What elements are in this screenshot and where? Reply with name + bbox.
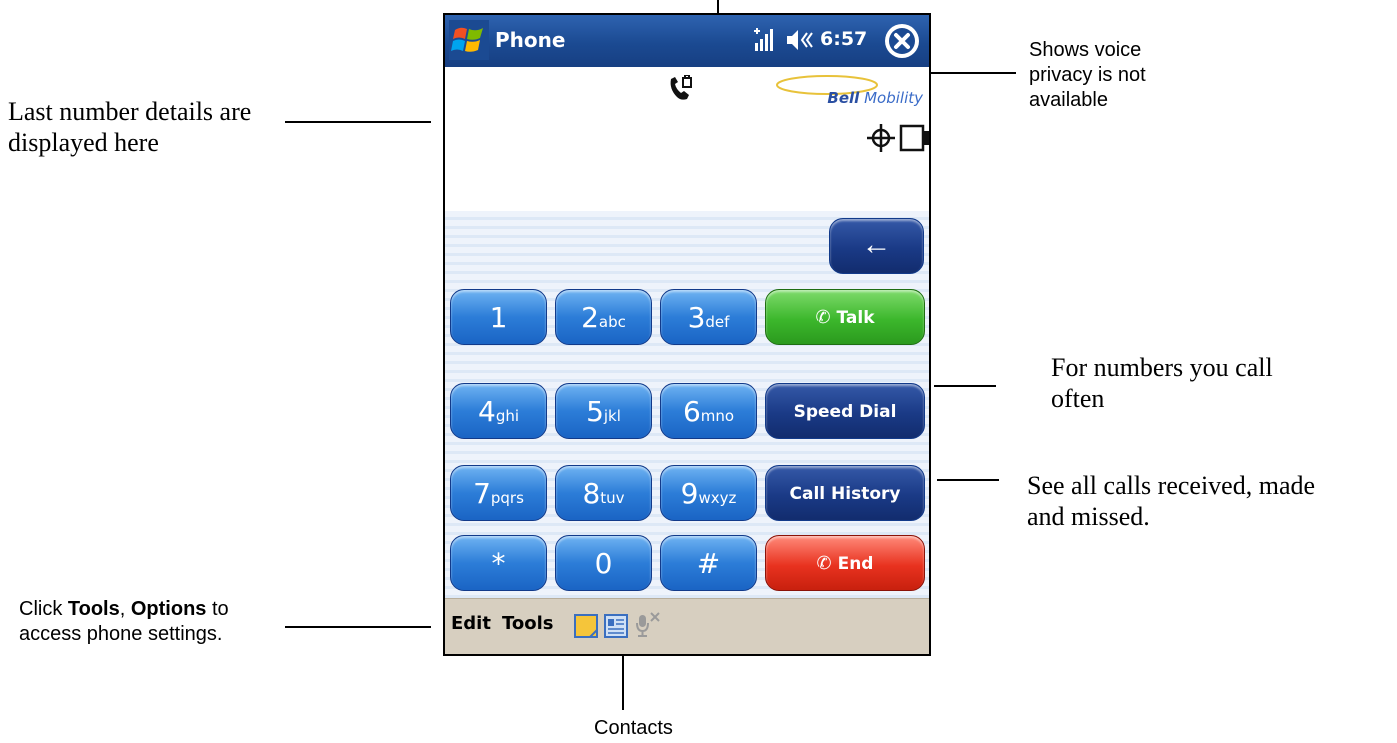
phone-screen: Phone 6:57 Bell Mobility ← 1 2abc 3def ✆… (443, 13, 931, 656)
key-3-letters: def (705, 313, 730, 331)
last-number-text-2: displayed here (8, 128, 159, 157)
history-annotation: See all calls received, made and missed. (1027, 470, 1315, 532)
windows-start-icon[interactable] (449, 20, 489, 60)
history-text-1: See all calls received, made (1027, 471, 1316, 500)
tools-text-bold-tools: Tools (67, 598, 120, 620)
call-history-button[interactable]: Call History (765, 465, 925, 521)
signal-icon[interactable] (751, 25, 777, 55)
contacts-icon[interactable] (604, 614, 628, 638)
key-0[interactable]: 0 (555, 535, 652, 591)
privacy-pointer-line (925, 72, 1016, 74)
key-hash-num: # (696, 547, 721, 580)
phone-hangup-icon: ✆ (816, 553, 832, 574)
key-0-num: 0 (594, 547, 613, 580)
carrier-logo-rest: Mobility (864, 89, 923, 107)
key-star-num: * (491, 547, 506, 580)
key-7-letters: pqrs (490, 489, 524, 507)
key-8[interactable]: 8tuv (555, 465, 652, 521)
key-9-num: 9 (680, 477, 699, 510)
last-number-annotation: Last number details are displayed here (8, 96, 251, 158)
key-9[interactable]: 9wxyz (660, 465, 757, 521)
key-1[interactable]: 1 (450, 289, 547, 345)
key-2-num: 2 (581, 301, 599, 334)
speed-dial-text-1: For numbers you call (1051, 353, 1273, 382)
key-8-num: 8 (582, 477, 601, 510)
privacy-text-3: available (1029, 89, 1108, 111)
key-6-letters: mno (700, 407, 735, 425)
close-button[interactable] (885, 24, 919, 58)
key-5[interactable]: 5jkl (555, 383, 652, 439)
notes-icon[interactable] (574, 614, 598, 638)
key-1-num: 1 (489, 301, 508, 334)
last-number-pointer-line (285, 121, 431, 123)
tools-pointer-line (285, 626, 431, 628)
key-star[interactable]: * (450, 535, 547, 591)
tools-text-mid: , (119, 598, 131, 620)
contacts-annotation: Contacts (594, 717, 673, 739)
key-2-letters: abc (598, 313, 626, 331)
keypad: ← 1 2abc 3def ✆ Talk 4ghi 5jkl 6mno Speed… (445, 211, 929, 598)
volume-icon[interactable] (785, 27, 815, 53)
tools-text-2: access phone settings. (19, 623, 223, 645)
last-number-text-1: Last number details are (8, 97, 252, 126)
tools-text-1: Click Tools, Options to (19, 597, 229, 622)
talk-button[interactable]: ✆ Talk (765, 289, 925, 345)
history-text-2: and missed. (1027, 502, 1150, 531)
key-7-num: 7 (473, 477, 491, 510)
end-button[interactable]: ✆ End (765, 535, 925, 591)
privacy-text-2: privacy is not (1029, 64, 1146, 86)
talk-label: Talk (836, 308, 875, 328)
speed-dial-button[interactable]: Speed Dial (765, 383, 925, 439)
clock[interactable]: 6:57 (820, 28, 867, 50)
key-hash[interactable]: # (660, 535, 757, 591)
speed-dial-pointer-line (934, 385, 996, 387)
carrier-logo: Bell Mobility (827, 89, 923, 107)
speed-dial-annotation: For numbers you call often (1051, 352, 1273, 414)
key-4-letters: ghi (495, 407, 520, 425)
voice-privacy-icon (670, 75, 692, 100)
tools-annotation: Click Tools, Options to access phone set… (19, 597, 229, 647)
call-history-label: Call History (789, 484, 901, 504)
backspace-button[interactable]: ← (829, 218, 924, 274)
menu-tools[interactable]: Tools (502, 613, 554, 634)
key-6-num: 6 (682, 395, 701, 428)
key-2[interactable]: 2abc (555, 289, 652, 345)
key-3-num: 3 (687, 301, 706, 334)
key-4-num: 4 (477, 395, 496, 428)
key-5-letters: jkl (603, 407, 621, 425)
phone-icon: ✆ (815, 307, 831, 328)
contacts-pointer-line (622, 652, 624, 710)
tools-text-bold-options: Options (130, 598, 207, 620)
key-3[interactable]: 3def (660, 289, 757, 345)
app-title: Phone (495, 28, 566, 52)
backspace-arrow-icon: ← (861, 228, 892, 261)
title-bar: Phone 6:57 (445, 15, 929, 67)
privacy-annotation: Shows voice privacy is not available (1029, 38, 1146, 113)
top-pointer-line (717, 0, 719, 14)
history-pointer-line (937, 479, 999, 481)
tools-text-pre: Click (19, 598, 68, 620)
microphone-off-icon[interactable] (634, 609, 664, 639)
speed-dial-label: Speed Dial (793, 402, 897, 422)
key-7[interactable]: 7pqrs (450, 465, 547, 521)
key-5-num: 5 (586, 395, 604, 428)
speed-dial-text-2: often (1051, 384, 1105, 413)
menu-bar: Edit Tools (445, 598, 929, 654)
menu-edit[interactable]: Edit (451, 613, 491, 634)
roaming-icon (867, 124, 929, 152)
key-6[interactable]: 6mno (660, 383, 757, 439)
carrier-logo-bold: Bell (827, 89, 860, 107)
tools-text-post: to (206, 598, 229, 620)
key-4[interactable]: 4ghi (450, 383, 547, 439)
number-display: Bell Mobility (445, 67, 929, 222)
key-9-letters: wxyz (698, 489, 737, 507)
end-label: End (837, 554, 874, 574)
key-8-letters: tuv (600, 489, 625, 507)
privacy-text-1: Shows voice (1029, 39, 1142, 61)
